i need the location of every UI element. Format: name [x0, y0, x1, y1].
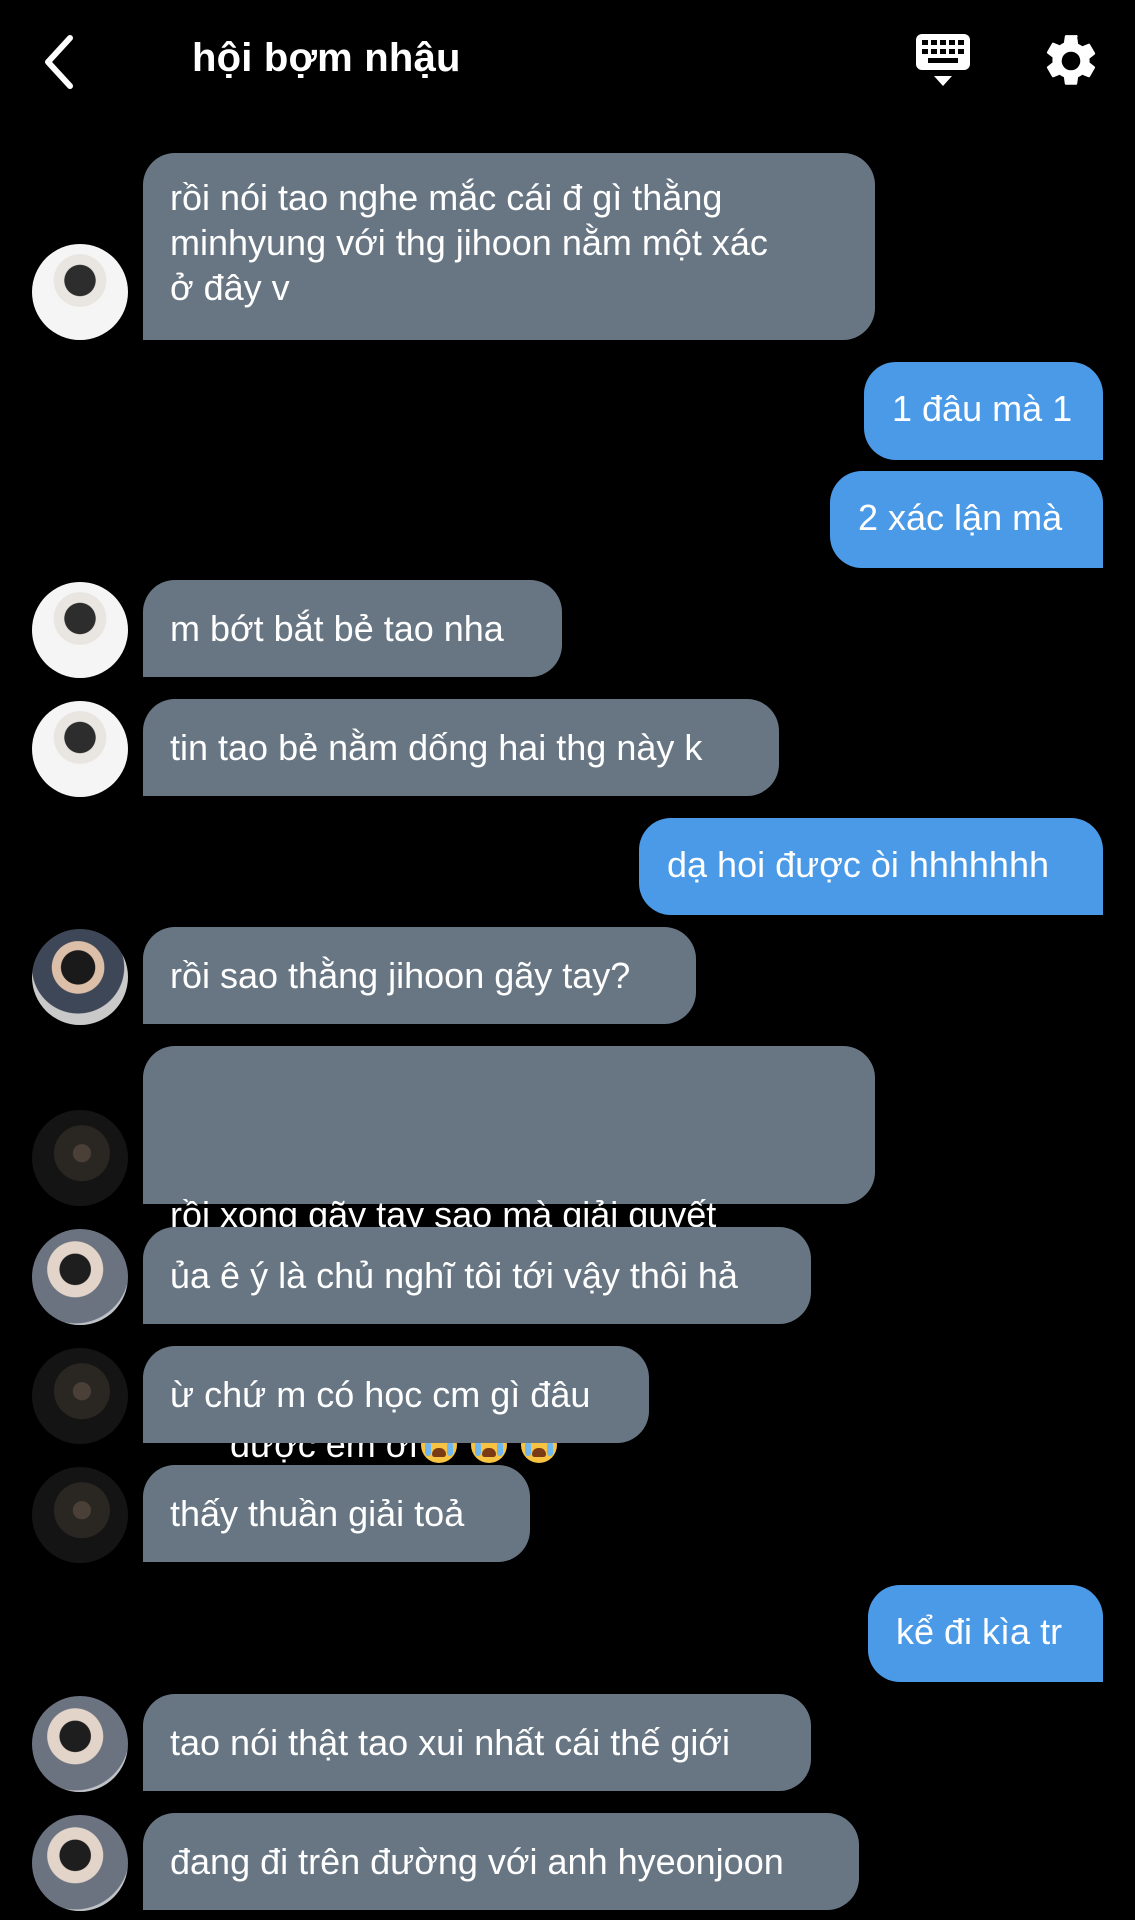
keyboard-button[interactable]	[912, 30, 978, 94]
message-bubble-incoming[interactable]: rồi nói tao nghe mắc cái đ gì thằng minh…	[143, 153, 875, 340]
message-bubble-incoming[interactable]: ừ chứ m có học cm gì đâu	[143, 1346, 649, 1443]
chat-title: hội bợm nhậu	[192, 36, 461, 80]
avatar[interactable]	[32, 1696, 128, 1792]
avatar[interactable]	[32, 582, 128, 678]
message-bubble-incoming[interactable]: rồi xong gãy tay sao mà giải quyết được …	[143, 1046, 875, 1465]
message-bubble-incoming[interactable]: đang đi trên đường với anh hyeonjoon	[143, 1813, 859, 1910]
message-bubble-outgoing[interactable]: 1 đâu mà 1	[864, 362, 1103, 460]
message-bubble-incoming[interactable]: m bớt bắt bẻ tao nha	[143, 580, 562, 677]
message-bubble-outgoing[interactable]: 2 xác lận mà	[830, 471, 1103, 568]
settings-button[interactable]	[1040, 30, 1102, 92]
chevron-left-icon	[45, 35, 73, 89]
message-bubble-outgoing[interactable]: kể đi kìa tr	[868, 1585, 1103, 1682]
message-bubble-incoming[interactable]: tao nói thật tao xui nhất cái thế giới	[143, 1694, 811, 1791]
message-bubble-incoming[interactable]: rồi sao thằng jihoon gãy tay?	[143, 927, 696, 1024]
avatar[interactable]	[32, 244, 128, 340]
chat-header: hội bợm nhậu	[0, 0, 1135, 125]
message-bubble-outgoing[interactable]: dạ hoi được òi hhhhhhh	[639, 818, 1103, 915]
avatar[interactable]	[32, 1815, 128, 1911]
gear-icon	[1046, 35, 1096, 85]
keyboard-icon	[916, 34, 970, 86]
message-bubble-incoming[interactable]: tin tao bẻ nằm dống hai thg này k	[143, 699, 779, 796]
message-bubble-incoming[interactable]: thấy thuần giải toả	[143, 1465, 530, 1562]
avatar[interactable]	[32, 1348, 128, 1444]
message-bubble-incoming[interactable]: ủa ê ý là chủ nghĩ tôi tới vậy thôi hả	[143, 1227, 811, 1324]
avatar[interactable]	[32, 929, 128, 1025]
back-button[interactable]	[34, 28, 90, 96]
avatar[interactable]	[32, 701, 128, 797]
avatar[interactable]	[32, 1229, 128, 1325]
avatar[interactable]	[32, 1467, 128, 1563]
avatar[interactable]	[32, 1110, 128, 1206]
